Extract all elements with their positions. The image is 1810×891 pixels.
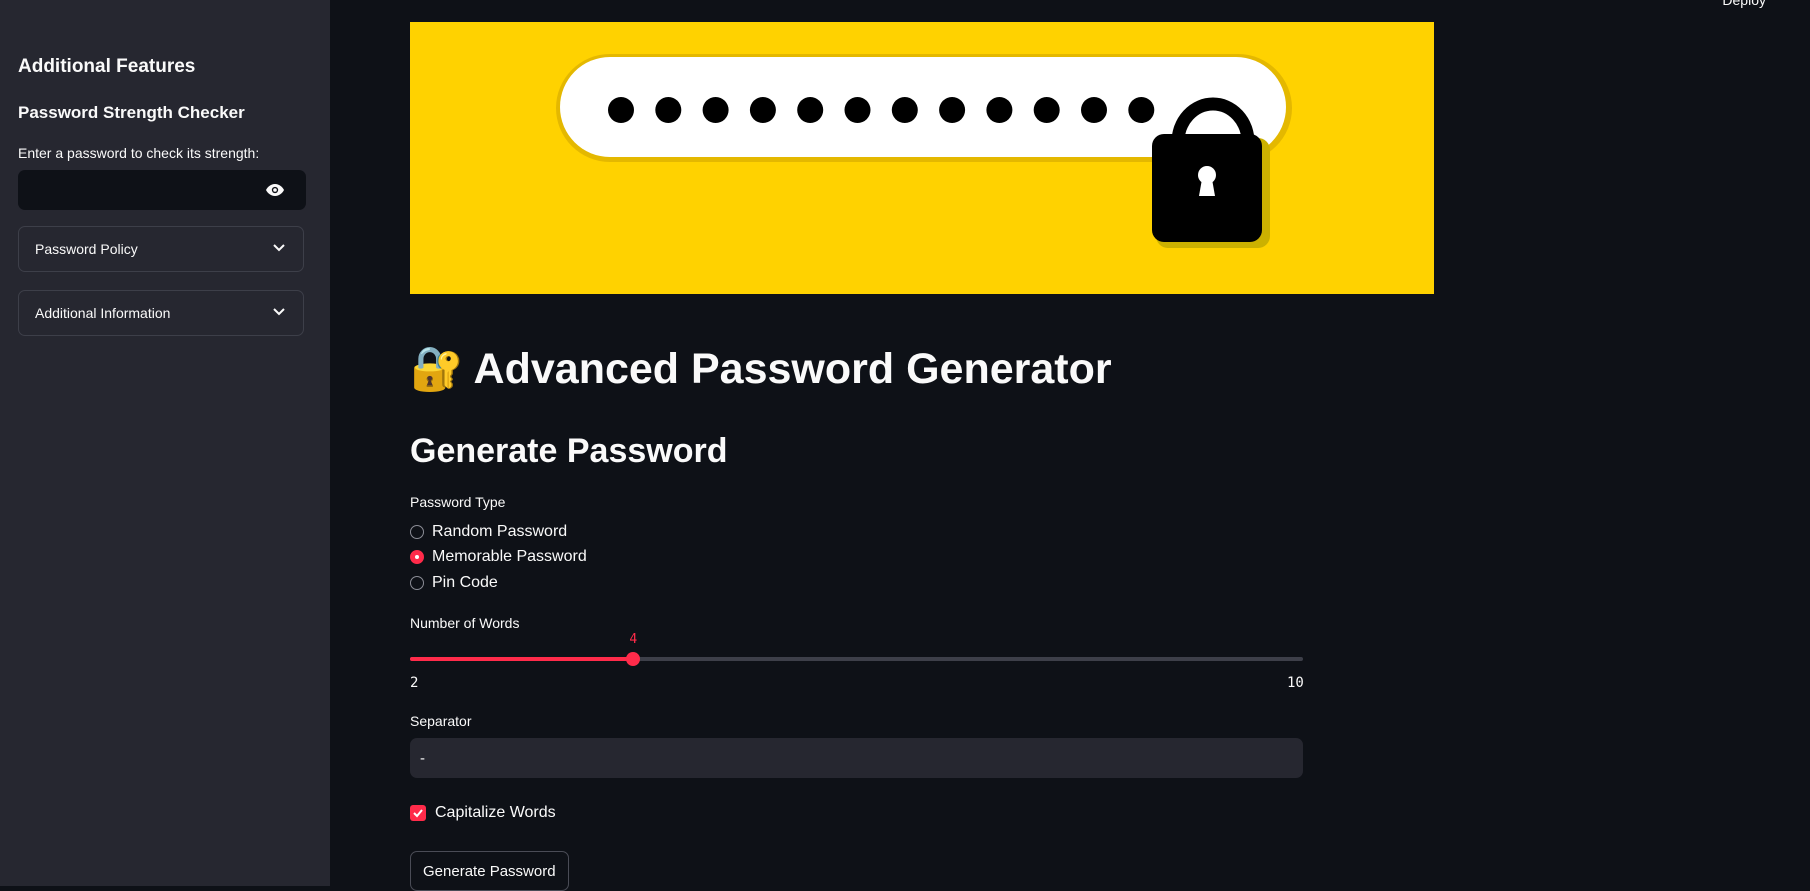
generate-subheader: Generate Password	[410, 432, 728, 470]
slider-fill	[410, 657, 634, 661]
password-dot	[608, 97, 634, 123]
deploy-button[interactable]: Deploy	[1722, 0, 1766, 8]
radio-label: Pin Code	[432, 574, 498, 591]
radio-label: Random Password	[432, 523, 568, 540]
password-policy-expander[interactable]: Password Policy	[18, 226, 304, 272]
password-dot	[702, 97, 729, 123]
separator-input[interactable]: -	[410, 738, 1303, 778]
slider-thumb[interactable]	[626, 652, 641, 666]
additional-information-expander[interactable]: Additional Information	[18, 290, 304, 336]
password-check-input[interactable]	[18, 170, 306, 210]
radio-random-password[interactable]: Random Password	[410, 521, 567, 543]
chevron-down-icon	[273, 308, 285, 316]
slider-min-label: 2	[410, 675, 419, 691]
number-of-words-slider[interactable]: 4	[410, 632, 1303, 666]
password-dot	[749, 97, 776, 123]
radio-pin-code[interactable]: Pin Code	[410, 572, 498, 594]
radio-memorable-password[interactable]: Memorable Password	[410, 546, 587, 568]
password-lock-illustration	[556, 54, 1292, 248]
strength-checker-title: Password Strength Checker	[18, 103, 245, 122]
page-title: 🔐 Advanced Password Generator	[410, 344, 1112, 394]
password-type-label: Password Type	[410, 494, 506, 510]
number-of-words-label: Number of Words	[410, 615, 520, 631]
page-title-text: Advanced Password Generator	[473, 345, 1112, 393]
radio-label: Memorable Password	[432, 548, 587, 565]
password-dot	[939, 97, 966, 123]
eye-icon[interactable]	[266, 182, 284, 198]
password-dot	[655, 97, 682, 123]
slider-value: 4	[629, 632, 638, 647]
password-dot	[844, 97, 871, 123]
locked-with-key-icon: 🔐	[410, 345, 464, 393]
password-dot	[1128, 97, 1155, 123]
chevron-down-icon	[273, 244, 285, 252]
password-dot	[1033, 97, 1060, 123]
sidebar-title: Additional Features	[18, 56, 196, 77]
checkbox-label: Capitalize Words	[435, 804, 556, 821]
checkbox-box[interactable]	[410, 805, 426, 821]
radio-circle-selected[interactable]	[410, 550, 424, 564]
password-dot	[986, 97, 1013, 123]
capitalize-words-checkbox[interactable]: Capitalize Words	[410, 804, 556, 822]
banner-image	[410, 22, 1434, 294]
password-dot	[891, 97, 918, 123]
separator-label: Separator	[410, 713, 472, 729]
expander-label: Password Policy	[35, 241, 138, 257]
radio-circle[interactable]	[410, 576, 424, 590]
radio-circle[interactable]	[410, 525, 424, 539]
check-icon	[413, 809, 423, 818]
password-dot	[1081, 97, 1107, 123]
slider-max-label: 10	[1287, 675, 1304, 691]
separator-value: -	[420, 749, 425, 767]
password-dot	[797, 97, 824, 123]
generate-password-button[interactable]: Generate Password	[410, 851, 569, 891]
expander-label: Additional Information	[35, 305, 171, 321]
sidebar: Additional Features Password Strength Ch…	[0, 0, 330, 886]
strength-checker-label: Enter a password to check its strength:	[18, 145, 260, 161]
